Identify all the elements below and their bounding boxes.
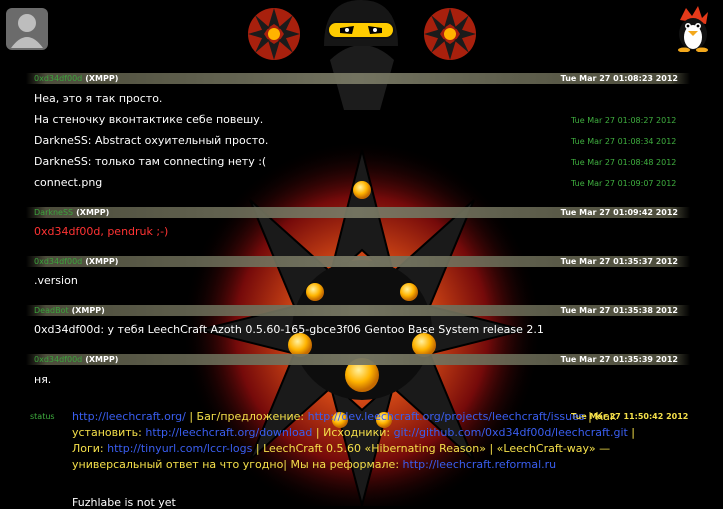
link-download[interactable]: http://leechcraft.org/download — [145, 426, 312, 439]
message-line: DarkneSS: Abstract охуительный просто. — [34, 134, 269, 147]
link-logs[interactable]: http://tinyurl.com/lccr-logs — [107, 442, 252, 455]
highlighted-message-line: 0xd34df00d, pendruk ;-) — [34, 225, 169, 238]
topic-text: | Баг/предложение: — [185, 410, 305, 423]
link-reformal[interactable]: http://leechcraft.reformal.ru — [403, 458, 557, 471]
protocol-label: (XMPP) — [71, 306, 105, 315]
message-line: DarkneSS: только там connecting нету :( — [34, 155, 267, 168]
status-extra-line: Fuzhlabe is not yet — [72, 496, 176, 509]
status-topic: http://leechcraft.org/ | Баг/предложение… — [72, 409, 652, 473]
message-timestamp: Tue Mar 27 01:09:42 2012 — [560, 208, 678, 217]
sender-nick[interactable]: 0xd34df00d (XMPP) — [34, 354, 118, 365]
message-line: ня. — [34, 373, 52, 386]
status-label: status — [30, 412, 55, 421]
link-git[interactable]: git://github.com/0xd34df00d/leechcraft.g… — [394, 426, 628, 439]
message-line-timestamp: Tue Mar 27 01:08:34 2012 — [571, 137, 677, 146]
message-line-timestamp: Tue Mar 27 01:09:07 2012 — [571, 179, 677, 188]
message-header: 0xd34df00d (XMPP) Tue Mar 27 01:35:37 201… — [26, 256, 690, 267]
protocol-label: (XMPP) — [85, 257, 119, 266]
message-header: 0xd34df00d (XMPP) Tue Mar 27 01:08:23 201… — [26, 73, 690, 84]
message-line: .version — [34, 274, 78, 287]
protocol-label: (XMPP) — [85, 355, 119, 364]
protocol-label: (XMPP) — [76, 208, 110, 217]
message-line: Неа, это я так просто. — [34, 92, 163, 105]
chat-log[interactable]: 0xd34df00d (XMPP) Tue Mar 27 01:08:23 201… — [0, 0, 723, 509]
link-homepage[interactable]: http://leechcraft.org/ — [72, 410, 186, 423]
message-timestamp: Tue Mar 27 01:08:23 2012 — [560, 74, 678, 83]
link-issues[interactable]: http://dev.leechcraft.org/projects/leech… — [308, 410, 585, 423]
message-line-timestamp: Tue Mar 27 01:08:27 2012 — [571, 116, 677, 125]
message-timestamp: Tue Mar 27 01:35:39 2012 — [560, 355, 678, 364]
message-line: 0xd34df00d: у тебя LeechCraft Azoth 0.5.… — [34, 323, 544, 336]
message-header: 0xd34df00d (XMPP) Tue Mar 27 01:35:39 201… — [26, 354, 690, 365]
message-line-timestamp: Tue Mar 27 01:08:48 2012 — [571, 158, 677, 167]
message-header: DeadBot (XMPP) Tue Mar 27 01:35:38 2012 — [26, 305, 690, 316]
protocol-label: (XMPP) — [85, 74, 119, 83]
message-timestamp: Tue Mar 27 01:35:37 2012 — [560, 257, 678, 266]
message-timestamp: Tue Mar 27 01:35:38 2012 — [560, 306, 678, 315]
sender-nick[interactable]: DeadBot (XMPP) — [34, 305, 105, 316]
message-line: На стеночку вконтактике себе повешу. — [34, 113, 264, 126]
sender-nick[interactable]: 0xd34df00d (XMPP) — [34, 73, 118, 84]
sender-nick[interactable]: 0xd34df00d (XMPP) — [34, 256, 118, 267]
sender-nick[interactable]: DarkneSS (XMPP) — [34, 207, 109, 218]
attachment-link[interactable]: connect.png — [34, 176, 102, 190]
message-header: DarkneSS (XMPP) Tue Mar 27 01:09:42 2012 — [26, 207, 690, 218]
topic-text: | Исходники: — [312, 426, 394, 439]
